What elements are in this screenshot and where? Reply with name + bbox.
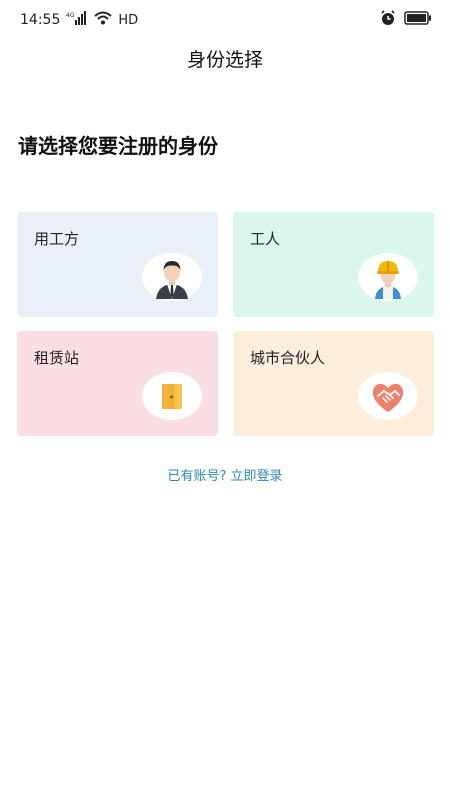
role-card-worker[interactable]: 工人 [233, 212, 434, 317]
title-bar: 身份选择 [0, 40, 450, 76]
hd-label: HD [118, 12, 139, 28]
alarm-icon [380, 10, 396, 30]
page-title: 身份选择 [186, 48, 263, 71]
role-label: 城市合伙人 [250, 349, 326, 367]
signal-icon: 4G [66, 11, 88, 29]
handshake-icon [358, 372, 418, 420]
door-icon [142, 372, 202, 420]
login-link[interactable]: 已有账号? 立即登录 [0, 465, 450, 484]
businessman-icon [142, 253, 202, 301]
worker-icon [358, 253, 418, 301]
select-identity-heading: 请选择您要注册的身份 [18, 134, 218, 158]
role-label: 租赁站 [34, 349, 80, 367]
battery-icon [404, 11, 432, 29]
role-card-rental-station[interactable]: 租赁站 [17, 331, 218, 436]
status-left: 14:55 4G HD [20, 11, 138, 29]
status-time: 14:55 [20, 12, 61, 28]
status-bar: 14:55 4G HD [0, 0, 450, 40]
role-label: 工人 [250, 230, 281, 248]
wifi-icon [94, 11, 113, 29]
role-card-employer[interactable]: 用工方 [17, 212, 218, 317]
role-label: 用工方 [34, 230, 80, 248]
status-right [380, 10, 432, 30]
role-card-city-partner[interactable]: 城市合伙人 [233, 331, 434, 436]
network-type-label: 4G [66, 12, 75, 19]
